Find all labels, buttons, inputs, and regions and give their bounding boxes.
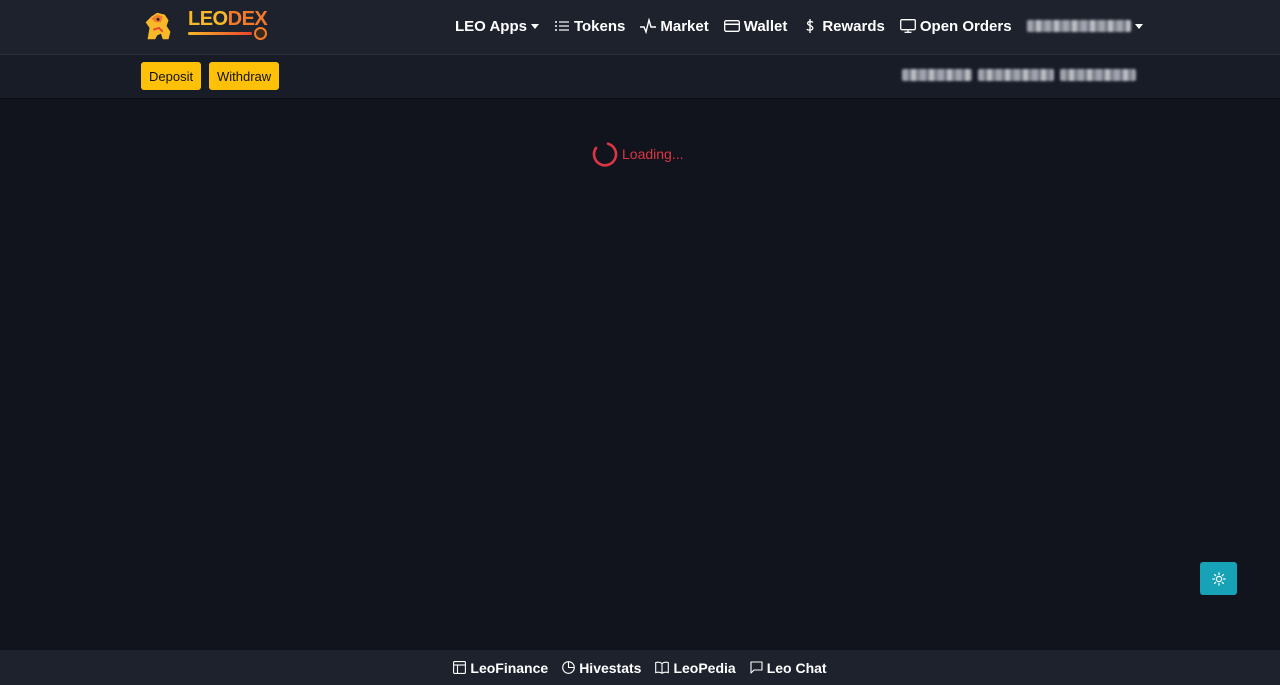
chat-bubble-icon bbox=[750, 661, 763, 674]
main-nav: LEO Apps Tokens Market Wallet Rewards Op… bbox=[455, 0, 1158, 52]
footer-link-label: LeoPedia bbox=[673, 659, 736, 676]
nav-market[interactable]: Market bbox=[640, 17, 709, 35]
caret-down-icon bbox=[530, 23, 539, 29]
monitor-icon bbox=[899, 18, 916, 34]
sun-icon bbox=[1211, 571, 1226, 586]
logo-text-leo: LEO bbox=[188, 8, 228, 30]
nav-open-orders-label: Open Orders bbox=[919, 17, 1012, 35]
logo-underline bbox=[188, 32, 252, 35]
nav-leo-apps-label: LEO Apps bbox=[455, 17, 527, 35]
book-icon bbox=[655, 661, 670, 674]
redacted-username bbox=[1026, 20, 1131, 32]
coin-icon bbox=[254, 27, 267, 40]
nav-rewards-label: Rewards bbox=[822, 17, 885, 35]
wallet-icon bbox=[723, 18, 740, 34]
layout-icon bbox=[453, 661, 467, 674]
nav-open-orders[interactable]: Open Orders bbox=[899, 17, 1012, 35]
nav-wallet[interactable]: Wallet bbox=[723, 17, 788, 35]
spinner-icon bbox=[592, 142, 618, 167]
activity-icon bbox=[640, 18, 657, 34]
nav-wallet-label: Wallet bbox=[743, 17, 788, 35]
footer: LeoFinance Hivestats LeoPedia Leo Chat bbox=[0, 650, 1280, 685]
theme-toggle-button[interactable] bbox=[1200, 562, 1237, 595]
main-content: Loading... bbox=[0, 99, 1280, 650]
balance-summary bbox=[902, 69, 1136, 81]
leodex-logo[interactable]: LEODEX bbox=[140, 6, 270, 46]
nav-leo-apps[interactable]: LEO Apps bbox=[455, 18, 539, 35]
redacted-balance bbox=[1060, 69, 1136, 81]
footer-link-label: LeoFinance bbox=[470, 659, 549, 676]
footer-link-leofinance[interactable]: LeoFinance bbox=[453, 660, 548, 676]
footer-link-label: Hivestats bbox=[579, 659, 642, 676]
list-icon bbox=[554, 18, 570, 34]
loading-text: Loading... bbox=[622, 146, 684, 162]
footer-link-leopedia[interactable]: LeoPedia bbox=[655, 659, 736, 676]
deposit-button[interactable]: Deposit bbox=[141, 62, 202, 90]
nav-market-label: Market bbox=[660, 17, 709, 35]
chevron-down-icon bbox=[1134, 23, 1143, 29]
redacted-balance bbox=[902, 69, 972, 81]
nav-tokens[interactable]: Tokens bbox=[554, 18, 625, 35]
top-navbar: LEODEX LEO Apps Tokens Market Wallet Rew… bbox=[0, 0, 1280, 55]
user-account-menu[interactable] bbox=[1026, 20, 1143, 32]
footer-link-leo-chat[interactable]: Leo Chat bbox=[750, 660, 827, 676]
loading-indicator: Loading... bbox=[590, 140, 684, 168]
lion-logo-icon bbox=[145, 12, 171, 40]
redacted-balance bbox=[978, 69, 1054, 81]
nav-tokens-label: Tokens bbox=[573, 17, 626, 35]
wallet-action-bar: Deposit Withdraw bbox=[0, 55, 1280, 99]
dollar-icon bbox=[802, 18, 818, 34]
footer-link-hivestats[interactable]: Hivestats bbox=[562, 660, 641, 676]
withdraw-button[interactable]: Withdraw bbox=[209, 62, 280, 90]
nav-rewards[interactable]: Rewards bbox=[802, 18, 885, 35]
footer-link-label: Leo Chat bbox=[766, 659, 827, 676]
pie-chart-icon bbox=[562, 661, 576, 674]
